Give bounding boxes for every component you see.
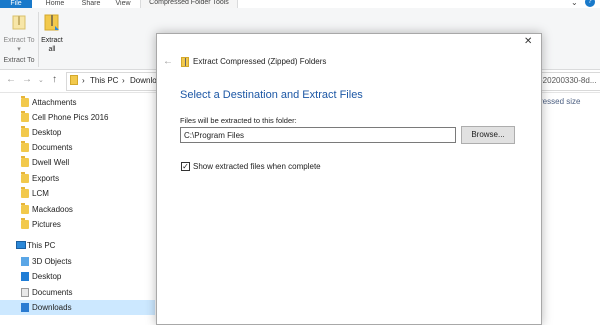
desktop-icon [21, 272, 29, 281]
column-header-compressed-size[interactable]: ressed size [540, 97, 580, 106]
breadcrumb-downloads[interactable]: Downlo [130, 76, 157, 85]
extract-dialog: ✕ ← Extract Compressed (Zipped) Folders … [156, 33, 542, 325]
folder-icon [21, 172, 29, 183]
folder-icon [21, 141, 29, 152]
folder-icon [21, 203, 29, 214]
breadcrumb-separator-icon: › [82, 76, 85, 85]
zip-folder-icon [181, 57, 189, 67]
folder-icon [21, 218, 29, 229]
3d-objects-icon [21, 257, 29, 266]
tab-home[interactable]: Home [40, 0, 70, 8]
extract-to-icon [12, 14, 26, 30]
ribbon-group-label: Extract To [3, 57, 35, 64]
forward-arrow-icon[interactable]: → [22, 74, 32, 85]
nav-item-downloads[interactable]: Downloads [0, 300, 155, 315]
tab-share[interactable]: Share [76, 0, 106, 8]
tab-file[interactable]: File [0, 0, 32, 8]
destination-label: Files will be extracted to this folder: [180, 116, 297, 125]
folder-icon [21, 111, 29, 122]
show-extracted-files-label[interactable]: Show extracted files when complete [193, 162, 321, 171]
close-icon[interactable]: ✕ [524, 36, 532, 47]
recent-locations-chevron-icon[interactable]: ⌄ [38, 76, 44, 84]
dialog-heading: Select a Destination and Extract Files [180, 89, 363, 101]
destination-path-input[interactable] [180, 127, 456, 143]
extract-all-icon [44, 12, 60, 32]
nav-item-pictures[interactable]: Pictures [0, 217, 155, 232]
downloads-icon [21, 303, 29, 312]
nav-item-mackadoos[interactable]: Mackadoos [0, 202, 155, 217]
folder-icon [21, 187, 29, 198]
folder-icon [21, 126, 29, 137]
breadcrumb-separator-icon: › [122, 76, 125, 85]
documents-icon [21, 288, 29, 297]
ribbon-separator [38, 12, 39, 67]
nav-item-cell-phone-pics[interactable]: Cell Phone Pics 2016 [0, 110, 155, 125]
zip-folder-icon [70, 75, 78, 85]
tab-view[interactable]: View [110, 0, 136, 8]
nav-item-pc-documents[interactable]: Documents [0, 285, 155, 300]
nav-item-documents[interactable]: Documents [0, 140, 155, 155]
nav-item-3d-objects[interactable]: 3D Objects [0, 254, 155, 269]
nav-item-attachments[interactable]: Attachments [0, 95, 155, 110]
folder-icon [21, 156, 29, 167]
show-extracted-files-checkbox[interactable]: ✓ [181, 162, 190, 171]
folder-icon [21, 96, 29, 107]
this-pc-icon [16, 241, 26, 249]
extract-to-button[interactable]: Extract To ▾ [2, 36, 36, 54]
nav-item-exports[interactable]: Exports [0, 171, 155, 186]
nav-item-desktop[interactable]: Desktop [0, 125, 155, 140]
nav-item-this-pc[interactable]: This PC [0, 238, 155, 253]
back-arrow-icon[interactable]: ← [6, 74, 16, 85]
nav-item-lcm[interactable]: LCM [0, 186, 155, 201]
breadcrumb-this-pc[interactable]: This PC [90, 76, 118, 85]
nav-item-pc-desktop[interactable]: Desktop [0, 269, 155, 284]
ribbon-collapse-chevron-icon[interactable]: ⌄ [571, 0, 578, 7]
up-arrow-icon[interactable]: ↑ [52, 74, 57, 85]
extract-all-button[interactable]: Extract all [40, 36, 64, 54]
nav-item-dwell-well[interactable]: Dwell Well [0, 155, 155, 170]
dialog-title: Extract Compressed (Zipped) Folders [193, 57, 327, 66]
browse-button[interactable]: Browse... [461, 126, 515, 144]
address-tail: -20200330-8d... [540, 76, 597, 85]
back-arrow-icon[interactable]: ← [163, 56, 173, 67]
